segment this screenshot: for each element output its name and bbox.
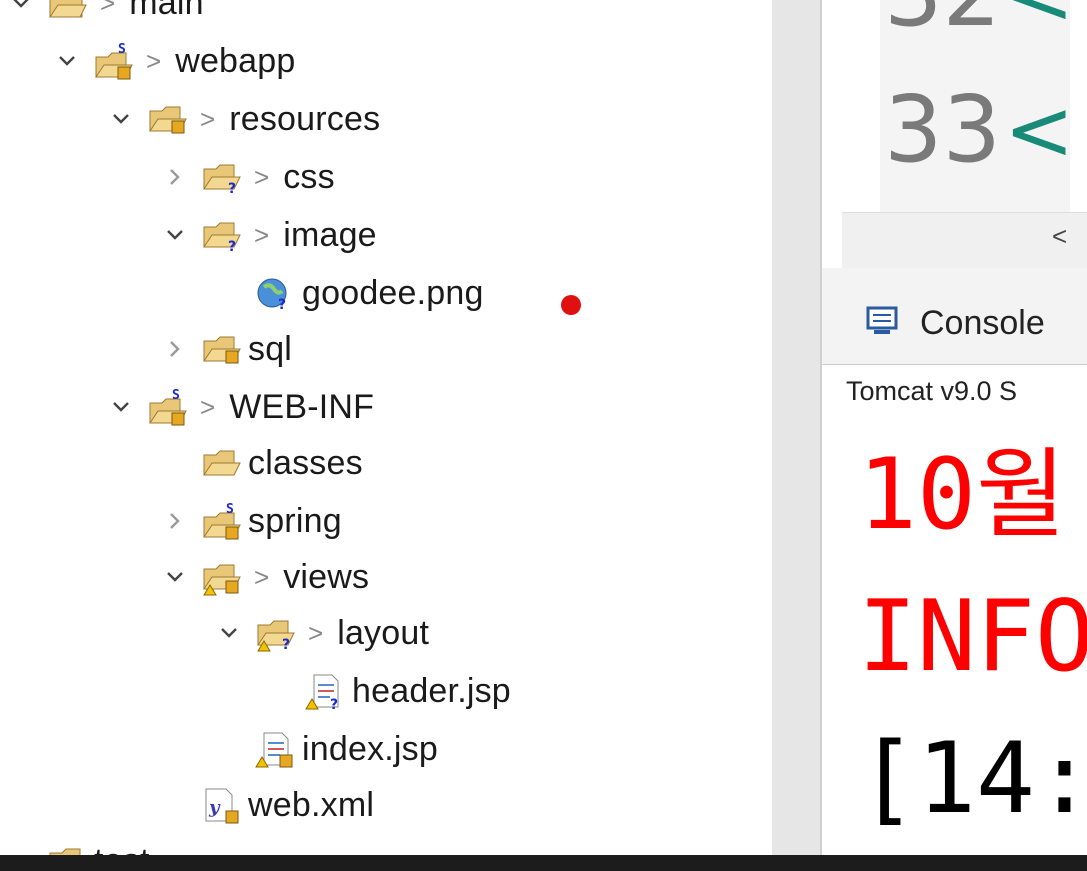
chevron-down-icon[interactable] xyxy=(164,215,186,255)
svg-text:S: S xyxy=(226,502,234,517)
line-number: 32 xyxy=(884,0,1001,40)
tree-arrow: > xyxy=(100,0,116,18)
tree-item-sql[interactable]: sql xyxy=(164,320,292,378)
tree-arrow: > xyxy=(254,219,270,250)
tree-item-label: css xyxy=(283,157,335,196)
tree-item-label: image xyxy=(283,215,377,254)
tree-item-header-jsp[interactable]: ? header.jsp xyxy=(268,662,511,720)
tree-item-label: WEB-INF xyxy=(229,387,375,426)
tree-arrow: > xyxy=(254,161,270,192)
console-view: Console Tomcat v9.0 S 10월 INFO [14: xyxy=(820,268,1087,855)
svg-text:?: ? xyxy=(278,297,286,313)
tree-arrow: > xyxy=(200,391,216,422)
tree-item-layout[interactable]: ? > layout xyxy=(218,604,429,662)
chevron-down-icon[interactable] xyxy=(10,0,32,23)
tree-item-test[interactable]: test xyxy=(10,832,150,855)
spring-folder-icon: S xyxy=(92,41,134,81)
console-icon xyxy=(866,306,898,336)
xml-file-icon: y xyxy=(200,785,242,825)
tree-item-label: sql xyxy=(248,329,293,368)
folder-icon xyxy=(46,841,88,855)
tree-item-label: index.jsp xyxy=(302,729,438,768)
svg-text:?: ? xyxy=(228,239,236,255)
tree-arrow: > xyxy=(254,561,270,592)
folder-warning-icon xyxy=(200,557,242,597)
spring-folder-icon: S xyxy=(146,387,188,427)
tree-item-index-jsp[interactable]: index.jsp xyxy=(218,720,438,778)
svg-text:?: ? xyxy=(330,697,338,711)
console-tab-label: Console xyxy=(920,304,1045,342)
tree-item-label: spring xyxy=(248,501,342,540)
source-folder-warning-icon xyxy=(46,0,88,23)
line-number: 33 xyxy=(884,76,1002,183)
tree-item-label: web.xml xyxy=(248,785,375,824)
chevron-right-icon[interactable] xyxy=(164,501,186,541)
chevron-down-icon[interactable] xyxy=(110,99,132,139)
tree-item-webapp[interactable]: S > webapp xyxy=(56,32,296,90)
folder-icon xyxy=(200,443,242,483)
marker-dot xyxy=(561,295,581,315)
folder-icon xyxy=(146,99,188,139)
chevron-down-icon[interactable] xyxy=(56,41,78,81)
console-tab[interactable]: Console xyxy=(822,268,1087,365)
tree-arrow: > xyxy=(200,103,216,134)
tree-item-css[interactable]: ? > css xyxy=(164,148,335,206)
folder-unversioned-icon: ? xyxy=(200,215,242,255)
svg-text:?: ? xyxy=(228,181,236,197)
svg-text:S: S xyxy=(118,42,126,57)
folder-icon xyxy=(200,329,242,369)
chevron-down-icon[interactable] xyxy=(164,557,186,597)
server-title: Tomcat v9.0 S xyxy=(846,376,1018,406)
tree-item-main[interactable]: > main xyxy=(10,0,204,32)
tree-item-label: goodee.png xyxy=(302,273,484,312)
image-file-icon: ? xyxy=(254,273,296,313)
tree-item-views[interactable]: > views xyxy=(164,548,369,606)
tree-item-resources[interactable]: > resources xyxy=(110,90,380,148)
horizontal-scrollbar[interactable]: < xyxy=(842,212,1087,270)
tree-item-label: main xyxy=(129,0,204,22)
jsp-file-icon xyxy=(254,729,296,769)
tree-item-web-xml[interactable]: y web.xml xyxy=(164,776,374,834)
jsp-file-icon: ? xyxy=(304,671,346,713)
tree-item-web-inf[interactable]: S > WEB-INF xyxy=(110,378,374,436)
tree-item-spring[interactable]: S spring xyxy=(164,492,342,550)
scroll-left-icon[interactable]: < xyxy=(1052,221,1067,252)
console-line: 10월 xyxy=(858,438,1067,552)
chevron-right-icon[interactable] xyxy=(164,157,186,197)
taskbar xyxy=(0,855,1087,871)
tree-arrow: > xyxy=(308,617,324,648)
code-token: < xyxy=(1004,81,1075,179)
chevron-down-icon[interactable] xyxy=(218,613,240,653)
chevron-down-icon[interactable] xyxy=(110,387,132,427)
tree-item-classes[interactable]: classes xyxy=(164,434,363,492)
spring-folder-icon: S xyxy=(200,501,242,541)
svg-text:S: S xyxy=(172,388,180,403)
svg-text:?: ? xyxy=(282,637,290,653)
console-line: [14: xyxy=(858,722,1087,836)
tree-item-image[interactable]: ? > image xyxy=(164,206,377,264)
svg-text:y: y xyxy=(208,797,221,818)
tree-item-label: layout xyxy=(337,613,430,652)
vertical-scrollbar[interactable] xyxy=(772,0,820,855)
console-line: INFO xyxy=(858,580,1087,694)
tree-item-label: views xyxy=(283,557,370,596)
folder-warning-unversioned-icon: ? xyxy=(254,613,296,653)
code-token: < xyxy=(1004,0,1074,36)
tree-item-label: classes xyxy=(248,443,363,482)
tree-item-label: test xyxy=(94,842,150,856)
folder-unversioned-icon: ? xyxy=(200,157,242,197)
tree-arrow: > xyxy=(146,45,162,76)
tree-item-label: header.jsp xyxy=(352,671,511,710)
tree-item-goodee-png[interactable]: ? goodee.png xyxy=(218,264,484,322)
chevron-right-icon[interactable] xyxy=(164,329,186,369)
tree-item-label: webapp xyxy=(175,41,296,80)
project-explorer: > main S > webapp > resources ? > css ? … xyxy=(0,0,772,855)
tree-item-label: resources xyxy=(229,99,381,138)
